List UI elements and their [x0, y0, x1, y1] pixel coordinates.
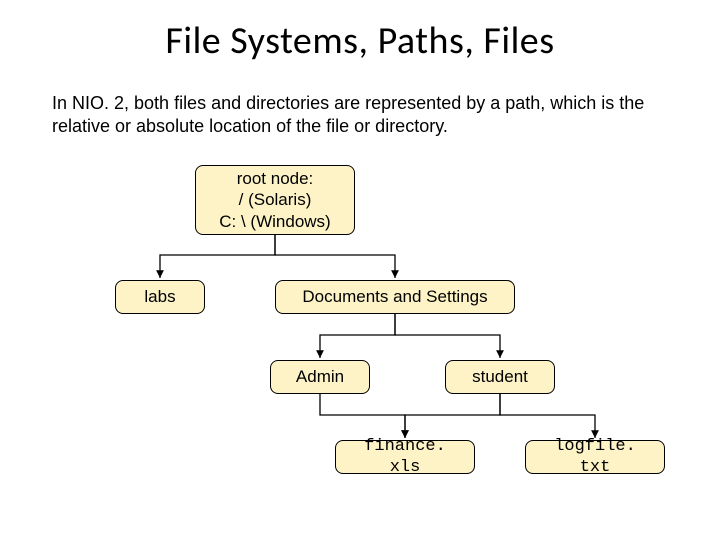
node-docs-label: Documents and Settings: [302, 286, 487, 307]
node-docs: Documents and Settings: [275, 280, 515, 314]
node-logfile-label: logfile. txt: [534, 436, 656, 479]
node-root-line1: root node:: [237, 168, 314, 189]
node-root: root node: / (Solaris) C: \ (Windows): [195, 165, 355, 235]
node-admin-label: Admin: [296, 366, 344, 387]
node-labs: labs: [115, 280, 205, 314]
node-labs-label: labs: [144, 286, 175, 307]
node-root-line2: / (Solaris): [239, 189, 312, 210]
slide-description: In NIO. 2, both files and directories ar…: [52, 92, 668, 137]
node-student: student: [445, 360, 555, 394]
node-root-line3: C: \ (Windows): [219, 211, 330, 232]
node-finance: finance. xls: [335, 440, 475, 474]
node-admin: Admin: [270, 360, 370, 394]
node-logfile: logfile. txt: [525, 440, 665, 474]
node-student-label: student: [472, 366, 528, 387]
node-finance-label: finance. xls: [344, 436, 466, 479]
slide-title: File Systems, Paths, Files: [0, 18, 720, 64]
slide: File Systems, Paths, Files In NIO. 2, bo…: [0, 0, 720, 540]
